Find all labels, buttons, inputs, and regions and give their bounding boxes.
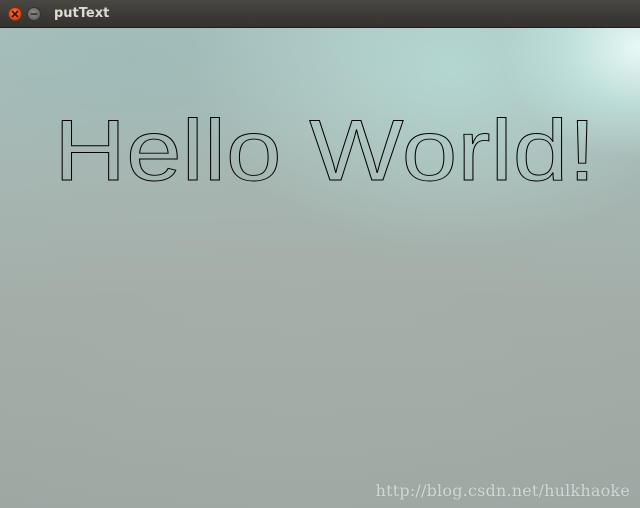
minimize-icon [30, 13, 38, 15]
watermark: http://blog.csdn.net/hulkhaoke [375, 481, 630, 500]
minimize-button[interactable] [27, 7, 41, 21]
title-bar[interactable]: putText [0, 0, 640, 28]
window-title: putText [54, 6, 110, 21]
close-icon [11, 10, 19, 18]
canvas-text: Hello World! [54, 103, 596, 199]
close-button[interactable] [8, 7, 22, 21]
hello-world-overlay: Hello World! [54, 103, 597, 200]
image-canvas: Hello World! http://blog.csdn.net/hulkha… [0, 28, 640, 508]
app-window: putText Hello World! http://blog.csdn.ne… [0, 0, 640, 508]
